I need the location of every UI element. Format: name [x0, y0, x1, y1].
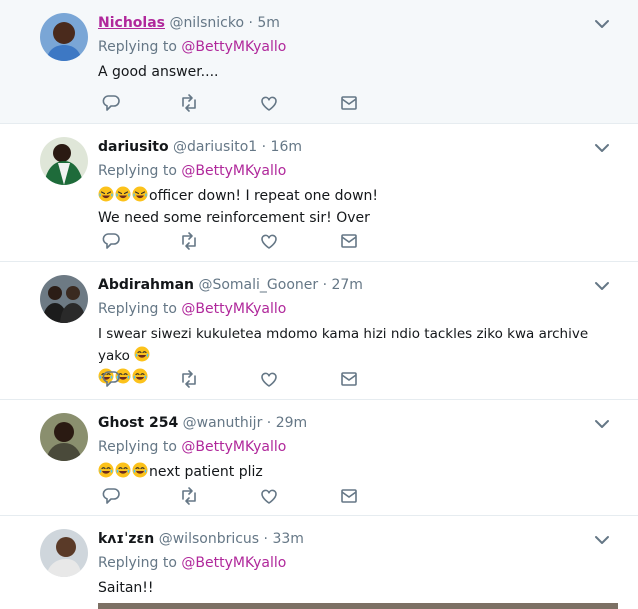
tweet-text: officer down! I repeat one down! We need …	[98, 185, 608, 229]
tweet[interactable]: Nicholas @nilsnicko · 5m Replying to @Be…	[0, 0, 638, 124]
rofl-emoji-icon	[132, 186, 148, 202]
reply-icon[interactable]	[100, 92, 122, 114]
replying-to: Replying to @BettyMKyallo	[98, 299, 608, 319]
avatar[interactable]	[40, 413, 88, 461]
author-handle[interactable]: @wilsonbricus	[159, 531, 259, 547]
action-bar	[100, 92, 360, 114]
action-bar	[100, 230, 360, 252]
tweet-header: Nicholas @nilsnicko · 5m	[98, 13, 608, 33]
like-icon[interactable]	[258, 92, 280, 114]
mention-link[interactable]: @BettyMKyallo	[181, 439, 286, 455]
tweet-text: A good answer....	[98, 64, 219, 80]
dm-icon[interactable]	[338, 230, 360, 252]
timestamp[interactable]: 27m	[331, 277, 362, 293]
mention-link[interactable]: @BettyMKyallo	[181, 301, 286, 317]
timestamp[interactable]: 5m	[257, 15, 280, 31]
chevron-down-icon[interactable]	[594, 534, 610, 546]
joy-emoji-icon	[98, 462, 114, 478]
joy-emoji-icon	[132, 462, 148, 478]
retweet-icon[interactable]	[178, 368, 200, 390]
avatar[interactable]	[40, 13, 88, 61]
separator: ·	[244, 15, 258, 31]
mention-link[interactable]: @BettyMKyallo	[181, 39, 286, 55]
tweet[interactable]: kʌɪˈzɛn @wilsonbricus · 33m Replying to …	[0, 516, 638, 606]
retweet-icon[interactable]	[178, 485, 200, 507]
tweet-header: Ghost 254 @wanuthijr · 29m	[98, 413, 608, 433]
reply-icon[interactable]	[100, 485, 122, 507]
replying-to: Replying to @BettyMKyallo	[98, 553, 608, 573]
replying-label: Replying to	[98, 39, 182, 55]
tweet-text: next patient pliz	[98, 461, 608, 483]
rofl-emoji-icon	[98, 186, 114, 202]
replying-to: Replying to @BettyMKyallo	[98, 161, 608, 181]
joy-emoji-icon	[134, 346, 150, 362]
action-bar	[100, 368, 360, 390]
tweet-text-line: next patient pliz	[149, 464, 263, 480]
chevron-down-icon[interactable]	[594, 18, 610, 30]
dm-icon[interactable]	[338, 485, 360, 507]
timestamp[interactable]: 16m	[271, 139, 302, 155]
separator: ·	[318, 277, 332, 293]
chevron-down-icon[interactable]	[594, 142, 610, 154]
author-name[interactable]: dariusito	[98, 139, 169, 155]
tweet-text: Saitan!!	[98, 580, 154, 596]
reply-icon[interactable]	[100, 368, 122, 390]
separator: ·	[257, 139, 271, 155]
tweet-header: dariusito @dariusito1 · 16m	[98, 137, 608, 157]
separator: ·	[262, 415, 276, 431]
author-name[interactable]: kʌɪˈzɛn	[98, 531, 154, 547]
author-handle[interactable]: @nilsnicko	[169, 15, 244, 31]
author-handle[interactable]: @wanuthijr	[183, 415, 263, 431]
dm-icon[interactable]	[338, 92, 360, 114]
chevron-down-icon[interactable]	[594, 418, 610, 430]
avatar[interactable]	[40, 137, 88, 185]
author-name[interactable]: Abdirahman	[98, 277, 194, 293]
media-preview[interactable]	[98, 603, 618, 609]
replying-to: Replying to @BettyMKyallo	[98, 437, 608, 457]
joy-emoji-icon	[115, 462, 131, 478]
tweet[interactable]: dariusito @dariusito1 · 16m Replying to …	[0, 124, 638, 262]
tweet-text-line: officer down! I repeat one down!	[149, 188, 379, 204]
separator: ·	[259, 531, 273, 547]
rofl-emoji-icon	[115, 186, 131, 202]
replying-label: Replying to	[98, 163, 182, 179]
author-handle[interactable]: @Somali_Gooner	[198, 277, 318, 293]
retweet-icon[interactable]	[178, 92, 200, 114]
author-handle[interactable]: @dariusito1	[173, 139, 257, 155]
avatar[interactable]	[40, 529, 88, 577]
tweet-text-line: I swear siwezi kukuletea mdomo kama hizi…	[98, 326, 589, 364]
timestamp[interactable]: 29m	[276, 415, 307, 431]
retweet-icon[interactable]	[178, 230, 200, 252]
action-bar	[100, 485, 360, 507]
replying-label: Replying to	[98, 301, 182, 317]
replying-label: Replying to	[98, 555, 182, 571]
reply-icon[interactable]	[100, 230, 122, 252]
tweet-header: kʌɪˈzɛn @wilsonbricus · 33m	[98, 529, 608, 549]
like-icon[interactable]	[258, 485, 280, 507]
chevron-down-icon[interactable]	[594, 280, 610, 292]
tweet-text-line: We need some reinforcement sir! Over	[98, 210, 370, 226]
author-name[interactable]: Ghost 254	[98, 415, 178, 431]
timestamp[interactable]: 33m	[272, 531, 303, 547]
tweet[interactable]: Ghost 254 @wanuthijr · 29m Replying to @…	[0, 400, 638, 516]
avatar[interactable]	[40, 275, 88, 323]
dm-icon[interactable]	[338, 368, 360, 390]
replying-to: Replying to @BettyMKyallo	[98, 37, 608, 57]
replying-label: Replying to	[98, 439, 182, 455]
tweet[interactable]: Abdirahman @Somali_Gooner · 27m Replying…	[0, 262, 638, 400]
mention-link[interactable]: @BettyMKyallo	[181, 163, 286, 179]
like-icon[interactable]	[258, 368, 280, 390]
tweet-header: Abdirahman @Somali_Gooner · 27m	[98, 275, 608, 295]
author-name[interactable]: Nicholas	[98, 15, 165, 31]
like-icon[interactable]	[258, 230, 280, 252]
mention-link[interactable]: @BettyMKyallo	[181, 555, 286, 571]
